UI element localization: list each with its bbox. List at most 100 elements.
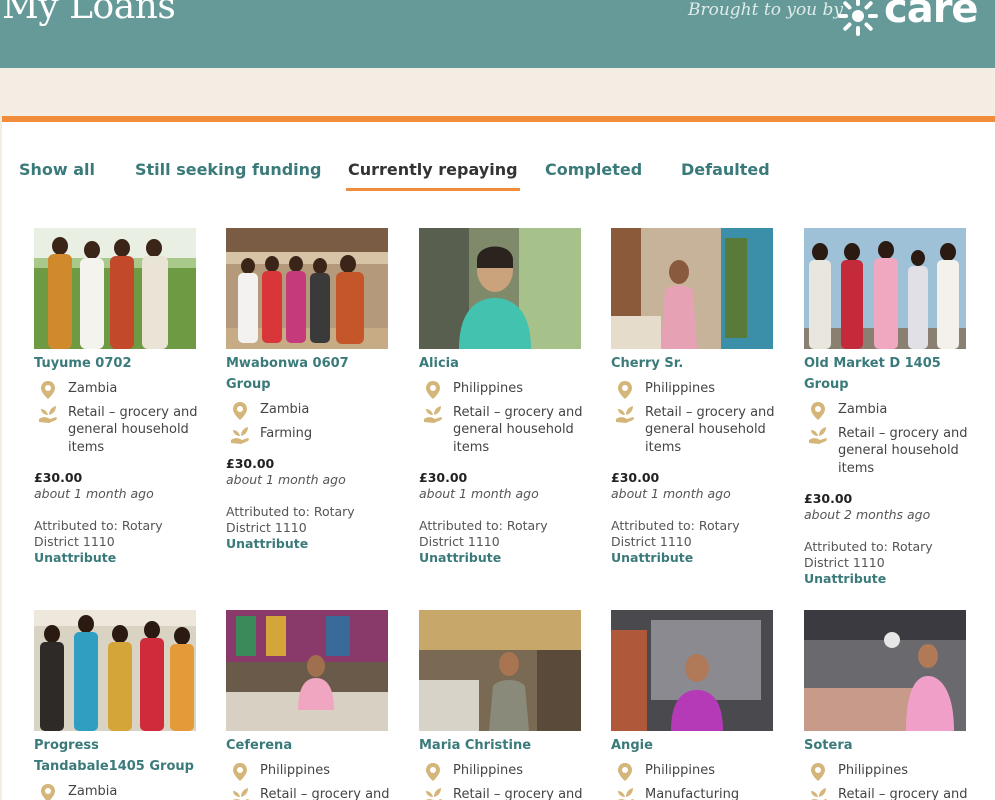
country: Philippines [645, 763, 716, 778]
tab-show-all[interactable]: Show all [19, 160, 95, 179]
location: Philippines [419, 379, 589, 401]
location: Zambia [34, 783, 204, 800]
brought-to-you-by: Brought to you by [688, 0, 844, 20]
loan-card[interactable]: Old Market D 1405 Group Zambia Retail – … [804, 228, 974, 587]
country: Philippines [645, 381, 716, 396]
location: Zambia [804, 400, 974, 422]
borrower-photo[interactable] [226, 610, 388, 731]
sector-label: Retail – grocery and general household i… [453, 404, 583, 455]
loans-panel: Show all Still seeking funding Currently… [2, 116, 995, 800]
loan-card[interactable]: Angie Philippines Manufacturing [611, 610, 781, 800]
location-pin-icon [37, 379, 59, 401]
sector-label: Retail – grocery and general household i… [68, 404, 198, 455]
borrower-name[interactable]: Cherry Sr. [611, 353, 781, 374]
location-pin-icon [37, 782, 59, 800]
location-pin-icon [807, 761, 829, 783]
shop-photo [419, 610, 581, 731]
unattribute-link[interactable]: Unattribute [419, 550, 589, 566]
loan-date: about 1 month ago [419, 486, 539, 501]
loan-card[interactable]: Tuyume 0702 Zambia Retail – grocery and … [34, 228, 204, 566]
loan-date: about 1 month ago [611, 486, 731, 501]
location: Philippines [611, 380, 781, 399]
borrower-photo[interactable] [419, 228, 581, 349]
sector: Retail – grocery and [226, 786, 396, 800]
loan-amount: £30.00 [804, 491, 853, 506]
location: Zambia [34, 379, 204, 401]
location: Philippines [804, 761, 974, 783]
sector-label: Retail – grocery and [260, 786, 390, 800]
location-pin-icon [229, 761, 251, 783]
location-pin-icon [614, 761, 636, 783]
attribution: Attributed to: Rotary District 1110 [804, 539, 933, 570]
loan-card[interactable]: Progress Tandabale1405 Group Zambia [34, 610, 204, 800]
loan-amount: £30.00 [611, 470, 660, 485]
borrower-photo[interactable] [34, 610, 196, 731]
borrower-photo[interactable] [611, 610, 773, 731]
unattribute-link[interactable]: Unattribute [226, 536, 396, 552]
hand-plant-icon [807, 424, 829, 446]
location: Philippines [226, 761, 396, 783]
sector-label: Manufacturing [645, 786, 740, 800]
borrower-name[interactable]: Ceferena [226, 735, 396, 756]
portrait-photo [419, 228, 581, 349]
attribution: Attributed to: Rotary District 1110 [34, 518, 163, 549]
country: Philippines [838, 763, 909, 778]
page-title: My Loans [2, 0, 176, 27]
tab-completed[interactable]: Completed [545, 160, 642, 179]
sector-label: Retail – grocery and general household i… [838, 425, 968, 476]
location-pin-icon [422, 379, 444, 401]
shop-photo [611, 610, 773, 731]
unattribute-link[interactable]: Unattribute [804, 571, 974, 587]
tab-currently-repaying[interactable]: Currently repaying [346, 160, 520, 191]
group-photo [34, 610, 196, 731]
borrower-photo[interactable] [804, 610, 966, 731]
location: Philippines [611, 761, 781, 783]
borrower-name[interactable]: Tuyume 0702 [34, 353, 204, 374]
shop-photo [611, 228, 773, 349]
country: Zambia [68, 381, 118, 396]
country: Zambia [68, 784, 118, 799]
loan-date: about 1 month ago [226, 472, 346, 487]
borrower-photo[interactable] [611, 228, 773, 349]
unattribute-link[interactable]: Unattribute [34, 550, 204, 566]
loan-amount: £30.00 [419, 470, 468, 485]
loan-card[interactable]: Mwabonwa 0607 Group Zambia Farming £30.0… [226, 228, 396, 552]
group-photo [34, 228, 196, 349]
shop-photo [226, 610, 388, 731]
loan-date: about 2 months ago [804, 507, 931, 522]
sector: Retail – grocery and general household i… [34, 404, 204, 457]
care-logo[interactable]: care [834, 0, 994, 38]
borrower-photo[interactable] [34, 228, 196, 349]
tab-still-seeking-funding[interactable]: Still seeking funding [135, 160, 321, 179]
borrower-name[interactable]: Mwabonwa 0607 Group [226, 353, 396, 395]
sector: Retail – grocery and [804, 786, 974, 800]
hand-plant-icon [807, 785, 829, 800]
borrower-name[interactable]: Maria Christine [419, 735, 589, 756]
sector-label: Retail – grocery and [453, 786, 583, 800]
tab-defaulted[interactable]: Defaulted [681, 160, 770, 179]
attribution: Attributed to: Rotary District 1110 [611, 518, 740, 549]
site-header: My Loans Brought to you by care [0, 0, 995, 68]
loan-card[interactable]: Sotera Philippines Retail – grocery and [804, 610, 974, 800]
borrower-photo[interactable] [226, 228, 388, 349]
borrower-name[interactable]: Progress Tandabale1405 Group [34, 735, 204, 777]
location-pin-icon [807, 400, 829, 422]
hand-plant-icon [614, 785, 636, 800]
borrower-name[interactable]: Old Market D 1405 Group [804, 353, 974, 395]
loan-card[interactable]: Cherry Sr. Philippines Retail – grocery … [611, 228, 781, 566]
borrower-photo[interactable] [419, 610, 581, 731]
borrower-name[interactable]: Alicia [419, 353, 589, 374]
sector: Farming [226, 425, 396, 444]
borrower-photo[interactable] [804, 228, 966, 349]
sector-label: Retail – grocery and general household i… [645, 404, 775, 455]
loan-card[interactable]: Maria Christine Philippines Retail – gro… [419, 610, 589, 800]
borrower-name[interactable]: Sotera [804, 735, 974, 756]
market-photo [804, 610, 966, 731]
unattribute-link[interactable]: Unattribute [611, 550, 781, 566]
loan-card[interactable]: Alicia Philippines Retail – grocery and … [419, 228, 589, 566]
hand-plant-icon [37, 403, 59, 425]
sector: Retail – grocery and general household i… [804, 425, 974, 478]
loan-card[interactable]: Ceferena Philippines Retail – grocery an… [226, 610, 396, 800]
hand-plant-icon [614, 403, 636, 425]
borrower-name[interactable]: Angie [611, 735, 781, 756]
